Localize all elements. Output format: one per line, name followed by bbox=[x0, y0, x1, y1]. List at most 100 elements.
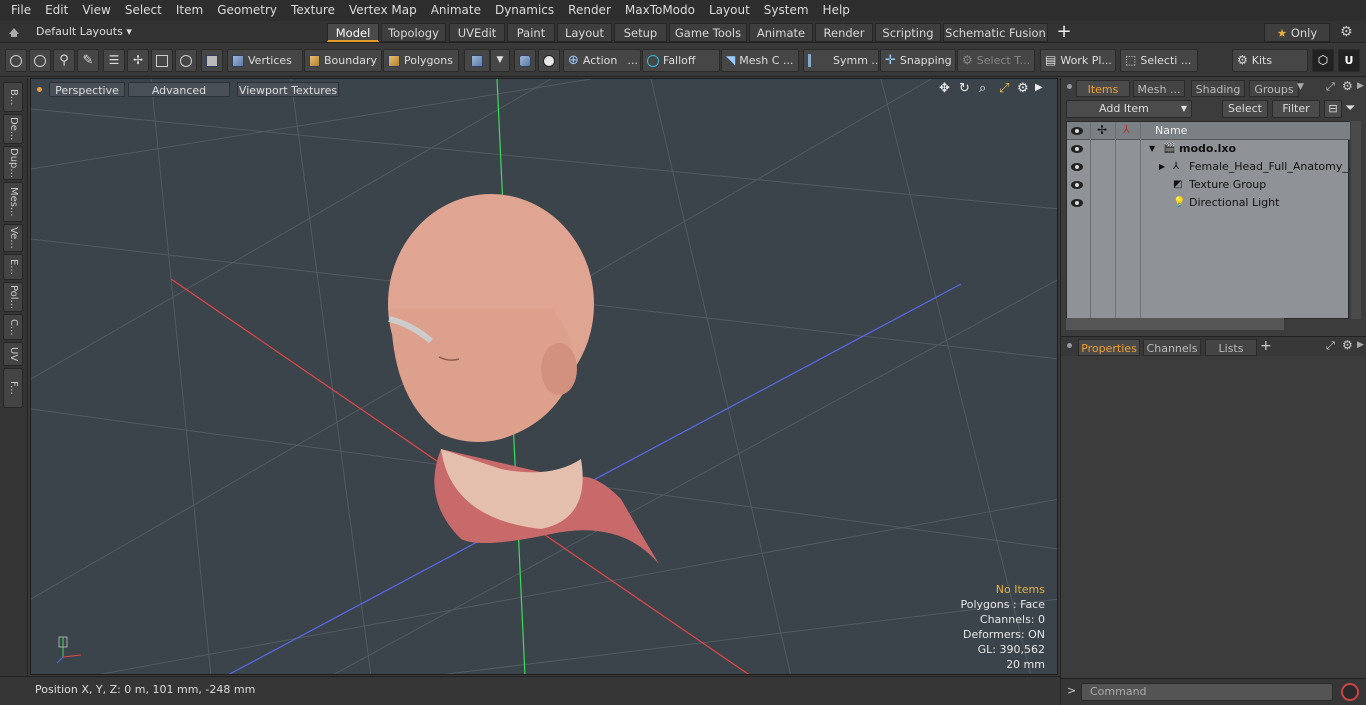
symmetry-icon[interactable] bbox=[514, 49, 536, 72]
lock-icon[interactable]: ✢ bbox=[1097, 123, 1107, 137]
left-tab-0[interactable]: B... bbox=[3, 82, 23, 112]
prop-gear-icon[interactable]: ⚙ bbox=[1342, 338, 1353, 352]
list-item[interactable]: ▶ ⅄ Female_Head_Full_Anatomy_... bbox=[1067, 158, 1358, 176]
globe-icon[interactable] bbox=[29, 49, 51, 72]
action-button[interactable]: ⊕ Action... bbox=[563, 49, 641, 72]
menu-system[interactable]: System bbox=[757, 0, 816, 21]
left-tab-5[interactable]: E... bbox=[3, 254, 23, 280]
menu-geometry[interactable]: Geometry bbox=[210, 0, 284, 21]
tab-uvedit[interactable]: UVEdit bbox=[449, 23, 505, 42]
visibility-eye-icon[interactable] bbox=[1071, 145, 1083, 153]
panel-tab-2[interactable]: Shading bbox=[1191, 80, 1245, 97]
unity-icon[interactable]: ⬡ bbox=[1312, 49, 1334, 72]
left-tab-1[interactable]: De... bbox=[3, 114, 23, 144]
perspective-button[interactable]: Perspective bbox=[49, 82, 125, 97]
item-list-scrollbar[interactable] bbox=[1351, 121, 1361, 319]
add-item-button[interactable]: Add Item ▼ bbox=[1066, 100, 1192, 118]
menu-maxtomodo[interactable]: MaxToModo bbox=[618, 0, 702, 21]
chevron-down-icon[interactable]: ▼ bbox=[490, 49, 510, 72]
prop-menu-icon[interactable]: ▶ bbox=[1357, 340, 1364, 350]
tab-layout[interactable]: Layout bbox=[557, 23, 612, 42]
eye-icon[interactable] bbox=[1071, 127, 1083, 135]
tab-animate[interactable]: Animate bbox=[749, 23, 813, 42]
menu-texture[interactable]: Texture bbox=[284, 0, 342, 21]
left-tab-7[interactable]: C... bbox=[3, 314, 23, 340]
list-item[interactable]: ▼ 🎬 modo.lxo bbox=[1067, 140, 1350, 158]
menu-select[interactable]: Select bbox=[118, 0, 169, 21]
symmetry-button[interactable]: Symm ... bbox=[803, 49, 879, 72]
prop-tab-lists[interactable]: Lists bbox=[1205, 339, 1257, 356]
work-plane-button[interactable]: ▤ Work Pl... bbox=[1040, 49, 1116, 72]
select-circle-icon[interactable] bbox=[5, 49, 27, 72]
clock-icon[interactable] bbox=[175, 49, 197, 72]
selection-sets-button[interactable]: ⬚ Selecti ... bbox=[1120, 49, 1198, 72]
panel-gear-icon[interactable]: ⚙ bbox=[1342, 79, 1353, 93]
menu-render[interactable]: Render bbox=[561, 0, 618, 21]
name-column-header[interactable]: Name bbox=[1155, 124, 1187, 137]
snap-box-icon[interactable] bbox=[151, 49, 173, 72]
move-icon[interactable]: ✥ bbox=[939, 81, 950, 96]
panel-chevron-icon[interactable]: ▼ bbox=[1297, 82, 1304, 92]
menu-item[interactable]: Item bbox=[169, 0, 210, 21]
left-tab-6[interactable]: Pol... bbox=[3, 282, 23, 312]
mesh-constraint-button[interactable]: ◥ Mesh C ... bbox=[721, 49, 799, 72]
menu-dynamics[interactable]: Dynamics bbox=[488, 0, 561, 21]
layout-selector[interactable]: Default Layouts ▾ bbox=[36, 21, 132, 43]
only-toggle[interactable]: ★ Only bbox=[1264, 23, 1330, 42]
vertices-button[interactable]: Vertices bbox=[227, 49, 303, 72]
zoom-icon[interactable]: ⌕ bbox=[979, 81, 986, 96]
falloff-button[interactable]: Falloff bbox=[642, 49, 720, 72]
transform-icon[interactable]: ✢ bbox=[127, 49, 149, 72]
add-prop-tab-icon[interactable]: + bbox=[1260, 338, 1272, 354]
menu-help[interactable]: Help bbox=[816, 0, 857, 21]
tab-model[interactable]: Model bbox=[327, 23, 379, 42]
advanced-button[interactable]: Advanced bbox=[128, 82, 230, 97]
tab-paint[interactable]: Paint bbox=[507, 23, 555, 42]
item-list-hscrollbar[interactable] bbox=[1066, 318, 1284, 330]
tab-setup[interactable]: Setup bbox=[614, 23, 667, 42]
rotate-icon[interactable]: ↻ bbox=[959, 81, 970, 96]
maximize-icon[interactable]: ⤢ bbox=[999, 81, 1009, 96]
kits-button[interactable]: ⚙ Kits bbox=[1232, 49, 1308, 72]
lasso-icon[interactable]: ⚲ bbox=[53, 49, 75, 72]
tab-game-tools[interactable]: Game Tools bbox=[669, 23, 747, 42]
menu-layout[interactable]: Layout bbox=[702, 0, 757, 21]
boundary-button[interactable]: Boundary bbox=[304, 49, 382, 72]
item-mode-icon[interactable] bbox=[201, 49, 223, 72]
collapse-icon[interactable]: ⊟ bbox=[1324, 100, 1342, 118]
prop-tab-channels[interactable]: Channels bbox=[1143, 339, 1201, 356]
visibility-eye-icon[interactable] bbox=[1071, 163, 1083, 171]
select-button[interactable]: Select bbox=[1222, 100, 1268, 118]
visibility-eye-icon[interactable] bbox=[1071, 181, 1083, 189]
menu-vertex-map[interactable]: Vertex Map bbox=[342, 0, 424, 21]
left-tab-4[interactable]: Ve... bbox=[3, 224, 23, 252]
left-tab-8[interactable]: UV bbox=[3, 342, 23, 366]
filter-button[interactable]: Filter bbox=[1272, 100, 1320, 118]
expand-icon[interactable]: ⤢ bbox=[1326, 80, 1335, 94]
viewport-gear-icon[interactable]: ⚙ bbox=[1017, 81, 1029, 96]
layout-arrow-icon[interactable] bbox=[8, 26, 20, 38]
select-through-button[interactable]: ⚙ Select T... bbox=[957, 49, 1035, 72]
brush-icon[interactable]: ✎ bbox=[77, 49, 99, 72]
expand-arrow-icon[interactable]: ▼ bbox=[1149, 140, 1155, 158]
funnel-icon[interactable]: ⏷ bbox=[1345, 101, 1355, 116]
record-icon[interactable] bbox=[1341, 683, 1359, 701]
tab-topology[interactable]: Topology bbox=[381, 23, 446, 42]
3d-viewport[interactable]: Perspective Advanced Viewport Textures ✥… bbox=[30, 78, 1058, 675]
expand-arrow-icon[interactable]: ▶ bbox=[1159, 158, 1165, 176]
panel-tab-3[interactable]: Groups bbox=[1249, 80, 1299, 97]
tab-render[interactable]: Render bbox=[815, 23, 873, 42]
prop-tab-properties[interactable]: Properties bbox=[1078, 339, 1140, 356]
viewport-textures-button[interactable]: Viewport Textures bbox=[237, 82, 339, 97]
prop-expand-icon[interactable]: ⤢ bbox=[1326, 339, 1335, 353]
left-tab-9[interactable]: F... bbox=[3, 368, 23, 408]
visibility-eye-icon[interactable] bbox=[1071, 199, 1083, 207]
menu-file[interactable]: File bbox=[4, 0, 38, 21]
menu-view[interactable]: View bbox=[75, 0, 117, 21]
gear-icon[interactable]: ⚙ bbox=[1340, 24, 1356, 40]
panel-tab-1[interactable]: Mesh ... bbox=[1133, 80, 1185, 97]
tab-schematic-fusion[interactable]: Schematic Fusion bbox=[943, 23, 1048, 42]
left-tab-2[interactable]: Dup... bbox=[3, 146, 23, 180]
tab-scripting[interactable]: Scripting bbox=[875, 23, 941, 42]
polygons-button[interactable]: Polygons bbox=[383, 49, 459, 72]
